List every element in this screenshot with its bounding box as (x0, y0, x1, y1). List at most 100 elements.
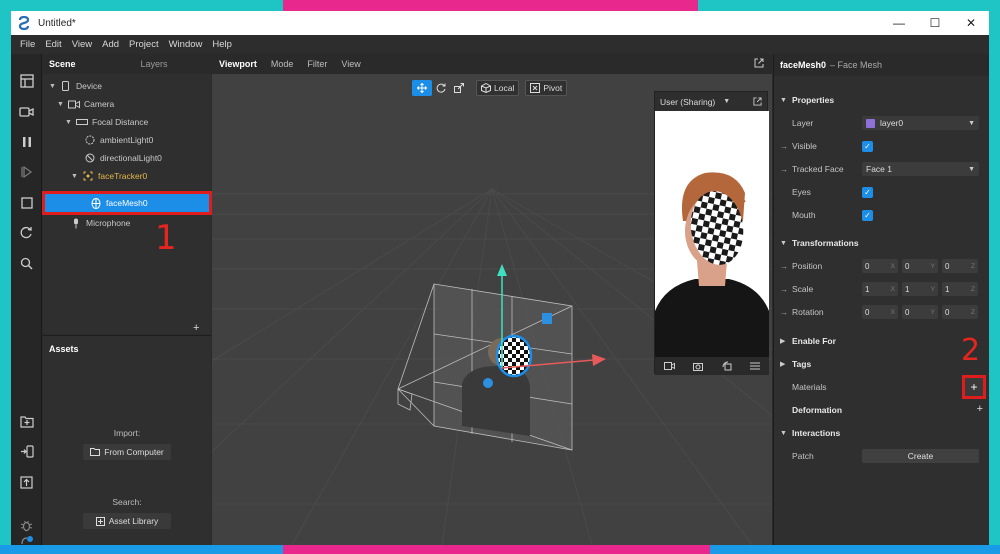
position-label: Position (792, 261, 823, 271)
tree-item-device[interactable]: ▼ Device (49, 77, 102, 95)
visible-checkbox[interactable]: ✓ (862, 140, 873, 152)
section-enable-for[interactable]: ▶ Enable For (774, 332, 989, 350)
local-button[interactable]: Local (476, 80, 520, 96)
tree-item-face-tracker[interactable]: ▼ faceTracker0 (71, 167, 147, 185)
scale-icon (454, 83, 464, 93)
position-y-input[interactable]: 0Y (902, 259, 938, 273)
tree-item-focal-distance[interactable]: ▼ Focal Distance (65, 113, 148, 131)
tree-item-microphone[interactable]: Microphone (69, 214, 130, 232)
layout-icon[interactable] (18, 72, 35, 89)
add-material-button[interactable]: + (962, 375, 986, 399)
position-x-input[interactable]: 0X (862, 259, 898, 273)
collapse-arrow-icon[interactable]: ▼ (780, 430, 792, 437)
menu-add[interactable]: Add (97, 39, 124, 50)
export-icon[interactable] (18, 474, 35, 491)
rotate-device-icon[interactable] (722, 361, 732, 371)
chevron-down-icon: ▼ (968, 165, 975, 173)
play-icon[interactable] (18, 163, 35, 180)
tab-mode[interactable]: Mode (264, 59, 301, 69)
tree-item-face-mesh[interactable]: faceMesh0 (89, 194, 148, 212)
bug-icon[interactable] (18, 517, 35, 534)
preview-device-select[interactable]: User (Sharing) (660, 97, 715, 107)
position-z-input[interactable]: 0Z (942, 259, 978, 273)
move-tool-button[interactable] (412, 80, 432, 96)
pause-icon[interactable] (18, 133, 35, 150)
rotation-x-input[interactable]: 0X (862, 305, 898, 319)
tab-filter[interactable]: Filter (300, 59, 334, 69)
collapse-arrow-icon[interactable]: ▼ (780, 240, 792, 247)
tree-item-label: directionalLight0 (100, 153, 162, 163)
expand-arrow-icon[interactable]: ▼ (65, 119, 75, 126)
section-deformation[interactable]: Deformation + (774, 401, 989, 419)
link-arrow-icon[interactable]: → (780, 308, 788, 317)
add-object-button[interactable]: + (193, 322, 199, 334)
add-deformation-button[interactable]: + (977, 403, 983, 415)
screenshot-icon[interactable] (693, 362, 704, 371)
rotation-y-input[interactable]: 0Y (902, 305, 938, 319)
external-link-icon[interactable] (754, 58, 764, 68)
link-arrow-icon[interactable]: → (780, 262, 788, 271)
expand-arrow-icon[interactable]: ▼ (49, 83, 59, 90)
layer-color-swatch (866, 118, 875, 128)
external-link-icon[interactable] (753, 97, 762, 106)
mouth-checkbox[interactable]: ✓ (862, 209, 873, 221)
patch-label: Patch (792, 451, 814, 461)
collapse-arrow-icon[interactable]: ▼ (780, 97, 792, 104)
menu-help[interactable]: Help (207, 39, 237, 50)
expand-arrow-icon[interactable]: ▼ (71, 173, 81, 180)
eyes-checkbox[interactable]: ✓ (862, 186, 873, 198)
from-computer-label: From Computer (104, 447, 164, 457)
close-button[interactable]: ✕ (953, 11, 989, 35)
video-icon[interactable] (664, 362, 676, 370)
menu-window[interactable]: Window (164, 39, 208, 50)
rotation-z-input[interactable]: 0Z (942, 305, 978, 319)
link-arrow-icon[interactable]: → (780, 165, 788, 174)
tab-scene[interactable]: Scene (43, 59, 86, 69)
search-icon[interactable] (18, 255, 35, 272)
rotate-tool-button[interactable] (432, 80, 450, 96)
visible-label: Visible (792, 141, 817, 151)
send-to-device-icon[interactable] (18, 443, 35, 460)
layer-select[interactable]: layer0 ▼ (862, 116, 979, 130)
scale-y-input[interactable]: 1Y (902, 282, 938, 296)
expand-arrow-icon[interactable]: ▶ (780, 337, 792, 345)
menu-icon[interactable] (749, 362, 760, 370)
import-folder-icon[interactable] (18, 413, 35, 430)
menu-project[interactable]: Project (124, 39, 164, 50)
maximize-button[interactable]: ☐ (917, 11, 953, 35)
tab-viewport[interactable]: Viewport (212, 59, 264, 69)
frame-right (989, 11, 1000, 545)
menu-file[interactable]: File (15, 39, 40, 50)
minimize-button[interactable]: — (881, 11, 917, 35)
tree-item-camera[interactable]: ▼ Camera (57, 95, 114, 113)
link-arrow-icon[interactable]: → (780, 142, 788, 151)
expand-arrow-icon[interactable]: ▼ (57, 101, 67, 108)
import-label: Import: (113, 428, 141, 438)
video-icon[interactable] (18, 103, 35, 120)
refresh-icon[interactable] (18, 224, 35, 241)
section-interactions[interactable]: ▼ Interactions (774, 424, 989, 442)
link-arrow-icon[interactable]: → (780, 285, 788, 294)
pivot-button[interactable]: Pivot (525, 80, 568, 96)
expand-arrow-icon[interactable]: ▶ (780, 360, 792, 368)
scale-x-input[interactable]: 1X (862, 282, 898, 296)
section-tags[interactable]: ▶ Tags (774, 355, 989, 373)
asset-library-button[interactable]: Asset Library (83, 513, 171, 529)
tab-view[interactable]: View (334, 59, 367, 69)
tracked-face-select[interactable]: Face 1 ▼ (862, 162, 979, 176)
tree-item-ambient-light[interactable]: ambientLight0 (83, 131, 153, 149)
menu-view[interactable]: View (67, 39, 97, 50)
section-properties[interactable]: ▼ Properties (774, 91, 989, 109)
scale-tool-button[interactable] (450, 80, 468, 96)
tree-item-directional-light[interactable]: directionalLight0 (83, 149, 162, 167)
viewport-panel[interactable]: Viewport Mode Filter View Local Pivot Us… (212, 54, 772, 545)
menu-edit[interactable]: Edit (40, 39, 66, 50)
search-label: Search: (112, 497, 142, 507)
from-computer-button[interactable]: From Computer (83, 444, 171, 460)
stop-icon[interactable] (18, 194, 35, 211)
scale-z-input[interactable]: 1Z (942, 282, 978, 296)
chevron-down-icon[interactable]: ▼ (723, 98, 730, 105)
create-patch-button[interactable]: Create (862, 449, 979, 463)
tab-layers[interactable]: Layers (86, 59, 178, 69)
section-transformations[interactable]: ▼ Transformations (774, 234, 989, 252)
